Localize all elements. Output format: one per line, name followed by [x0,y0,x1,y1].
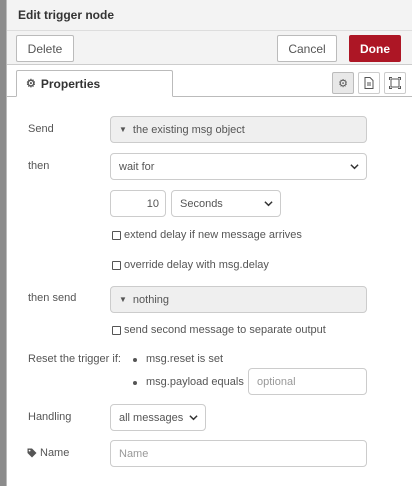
override-delay-checkbox[interactable] [112,261,121,270]
cancel-button[interactable]: Cancel [277,35,337,62]
second-output-label: send second message to separate output [124,324,326,336]
then-select[interactable]: wait for [110,153,367,180]
then-label: then [28,160,50,172]
tab-properties-label: Properties [40,76,101,91]
chevron-down-icon [264,201,273,207]
then-value: wait for [119,160,155,173]
document-icon [364,77,374,89]
caret-down-icon: ▼ [119,295,127,304]
delay-input[interactable]: 10 [110,190,166,217]
settings-tab-button[interactable]: ⚙ [332,72,354,94]
button-tray: Delete Cancel Done [7,31,412,65]
then-send-select[interactable]: ▼ nothing [110,286,367,313]
name-placeholder: Name [119,447,149,460]
delete-button[interactable]: Delete [16,35,74,62]
handling-value: all messages [119,411,184,424]
tab-properties[interactable]: ⚙ Properties [16,70,173,97]
dialog-title: Edit trigger node [18,8,114,22]
reset-option-reset: msg.reset is set [146,353,224,365]
description-tab-button[interactable] [358,72,380,94]
name-label: Name [40,447,70,459]
tag-icon [27,448,37,458]
dialog-header: Edit trigger node [7,0,412,31]
handling-select[interactable]: all messages [110,404,206,431]
reset-payload-input[interactable]: optional [248,368,367,395]
send-label: Send [28,123,54,135]
send-value: the existing msg object [132,123,245,136]
then-send-value: nothing [132,293,170,306]
delay-value: 10 [146,197,159,210]
bullet [133,381,137,385]
reset-label: Reset the trigger if: [28,353,121,365]
reset-option-payload: msg.payload equals [146,376,244,388]
gear-icon: ⚙ [338,77,348,90]
chevron-down-icon [189,415,198,421]
caret-down-icon: ▼ [119,125,127,134]
name-input[interactable]: Name [110,440,367,467]
extend-delay-label: extend delay if new message arrives [124,229,302,241]
reset-payload-placeholder: optional [257,375,296,388]
second-output-checkbox[interactable] [112,326,121,335]
override-delay-label: override delay with msg.delay [124,259,269,271]
done-button[interactable]: Done [349,35,401,62]
handling-label: Handling [28,411,72,423]
delay-unit-value: Seconds [180,197,223,210]
appearance-tab-button[interactable] [384,72,406,94]
bullet [133,358,137,362]
gear-icon: ⚙ [26,78,36,90]
send-select[interactable]: ▼ the existing msg object [110,116,367,143]
chevron-down-icon [350,164,359,170]
then-send-label: then send [28,292,77,304]
delay-unit-select[interactable]: Seconds [171,190,281,217]
extend-delay-checkbox[interactable] [112,231,121,240]
edit-trigger-dialog: Edit trigger node Delete Cancel Done ⚙ P… [6,0,412,486]
frame-icon [389,77,401,89]
